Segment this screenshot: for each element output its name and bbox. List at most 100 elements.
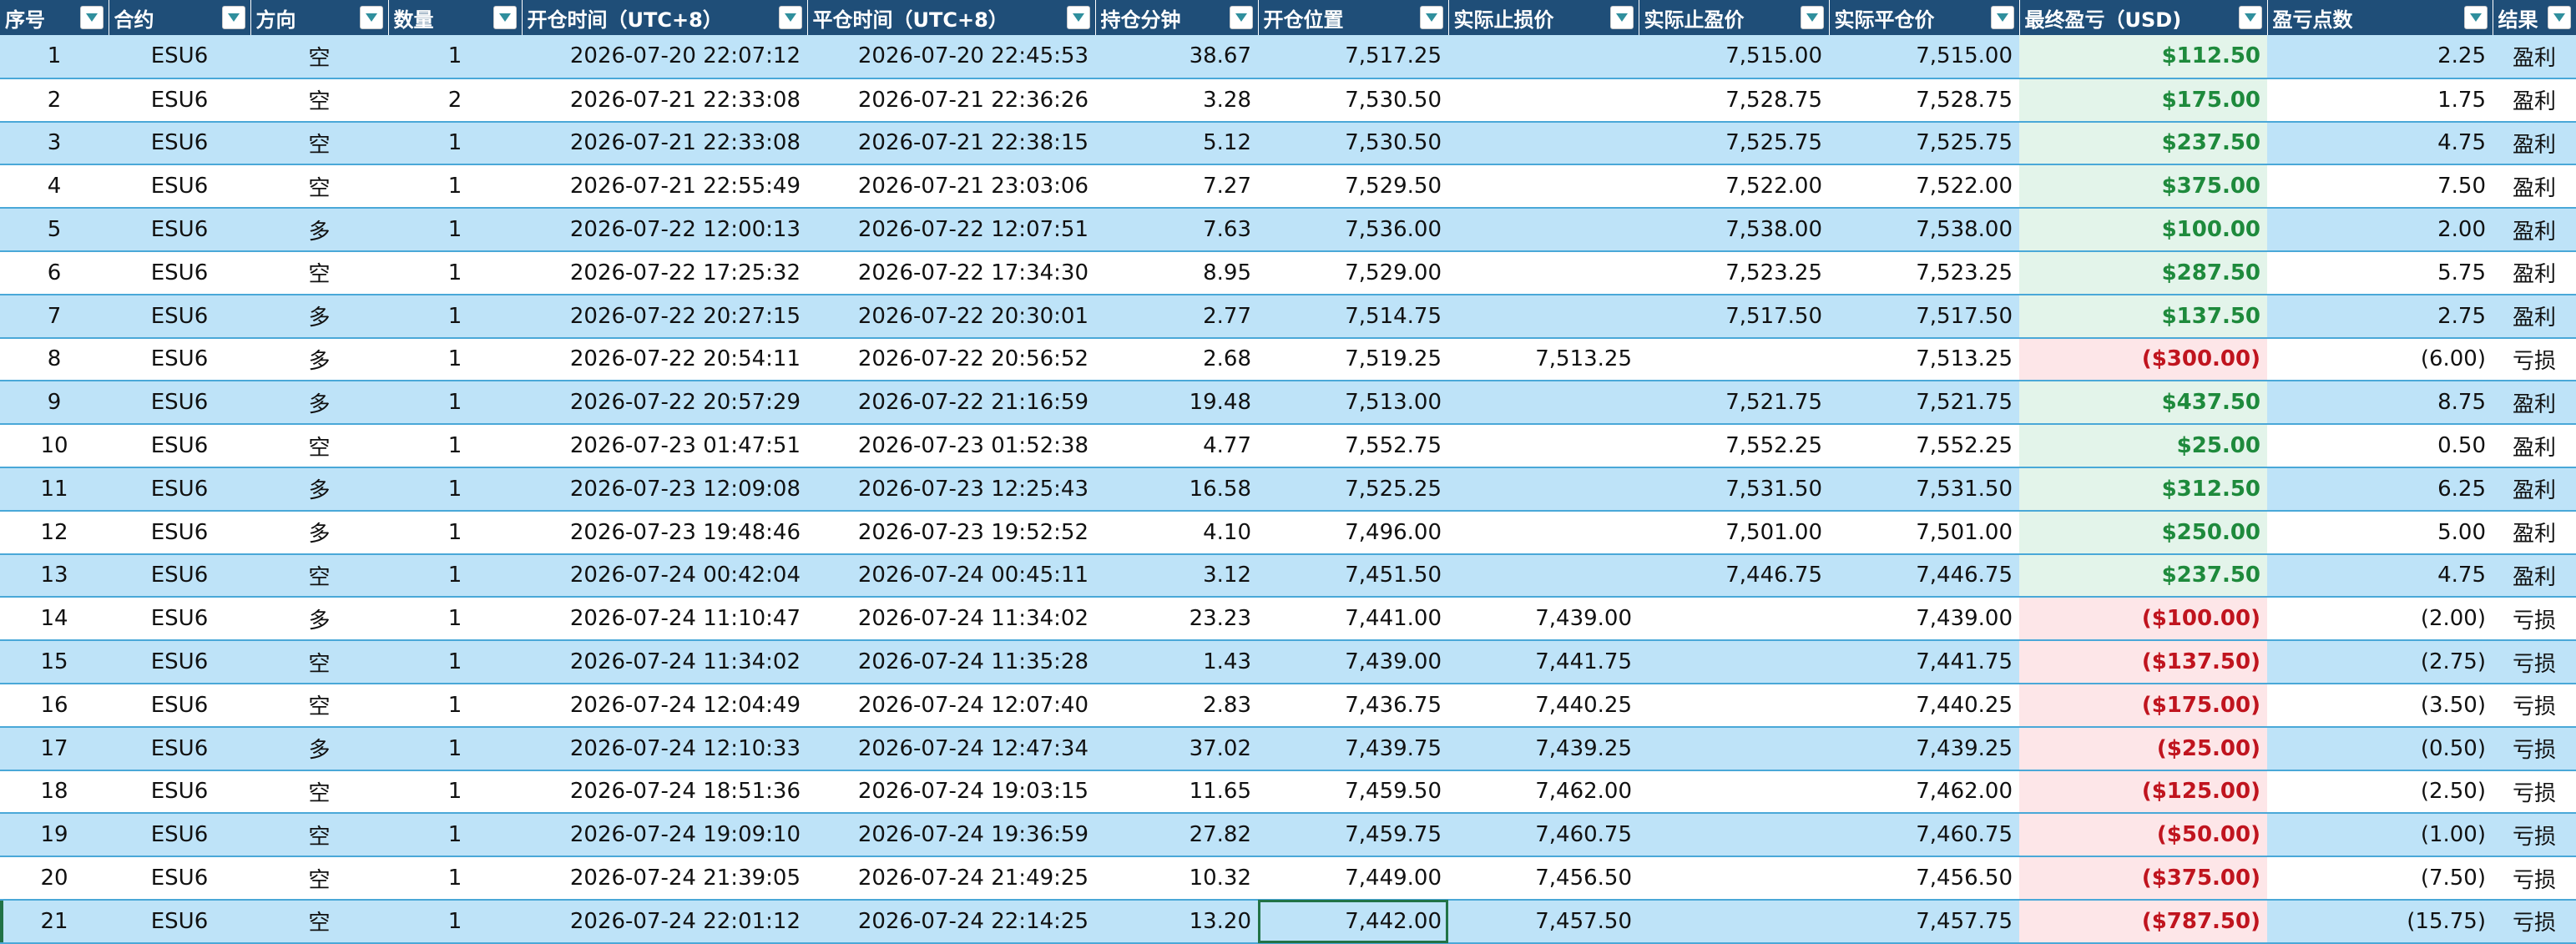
cell-pts[interactable]: (7.50) — [2267, 856, 2493, 901]
cell-close-price[interactable]: 7,440.25 — [1829, 683, 2019, 728]
cell-open-time[interactable]: 2026-07-24 12:04:49 — [522, 683, 807, 728]
cell-hold-min[interactable]: 2.77 — [1095, 294, 1258, 339]
cell-take-profit[interactable] — [1639, 726, 1829, 771]
cell-close-time[interactable]: 2026-07-23 01:52:38 — [807, 424, 1095, 468]
cell-pnl[interactable]: $287.50 — [2019, 250, 2267, 295]
cell-seq[interactable]: 1 — [0, 35, 109, 79]
cell-open-time[interactable]: 2026-07-24 00:42:04 — [522, 553, 807, 598]
cell-result[interactable]: 亏损 — [2493, 770, 2576, 815]
cell-contract[interactable]: ESU6 — [109, 467, 250, 512]
cell-result[interactable]: 亏损 — [2493, 813, 2576, 858]
filter-dropdown-button[interactable] — [1990, 6, 2014, 29]
cell-close-price[interactable]: 7,439.25 — [1829, 726, 2019, 771]
filter-dropdown-button[interactable] — [778, 6, 802, 29]
cell-pts[interactable]: (2.50) — [2267, 770, 2493, 815]
cell-open-time[interactable]: 2026-07-21 22:33:08 — [522, 121, 807, 166]
cell-open-price[interactable]: 7,517.25 — [1258, 35, 1448, 79]
cell-close-price[interactable]: 7,531.50 — [1829, 467, 2019, 512]
cell-direction[interactable]: 多 — [250, 337, 388, 382]
column-header-qty[interactable]: 数量 — [388, 0, 523, 35]
cell-close-time[interactable]: 2026-07-24 22:14:25 — [807, 899, 1095, 944]
cell-open-time[interactable]: 2026-07-22 20:27:15 — [522, 294, 807, 339]
cell-take-profit[interactable]: 7,446.75 — [1639, 553, 1829, 598]
cell-qty[interactable]: 1 — [388, 813, 522, 858]
cell-hold-min[interactable]: 4.77 — [1095, 424, 1258, 468]
cell-open-price[interactable]: 7,439.00 — [1258, 640, 1448, 684]
cell-result[interactable]: 亏损 — [2493, 337, 2576, 382]
cell-direction[interactable]: 空 — [250, 553, 388, 598]
cell-stop-loss[interactable] — [1448, 424, 1639, 468]
cell-pnl[interactable]: ($137.50) — [2019, 640, 2267, 684]
cell-qty[interactable]: 1 — [388, 467, 522, 512]
cell-pts[interactable]: 5.00 — [2267, 510, 2493, 555]
cell-seq[interactable]: 6 — [0, 250, 109, 295]
cell-seq[interactable]: 19 — [0, 813, 109, 858]
cell-result[interactable]: 盈利 — [2493, 250, 2576, 295]
cell-close-time[interactable]: 2026-07-21 22:38:15 — [807, 121, 1095, 166]
cell-open-price[interactable]: 7,449.00 — [1258, 856, 1448, 901]
cell-qty[interactable]: 1 — [388, 856, 522, 901]
cell-hold-min[interactable]: 11.65 — [1095, 770, 1258, 815]
cell-qty[interactable]: 1 — [388, 770, 522, 815]
cell-open-time[interactable]: 2026-07-24 21:39:05 — [522, 856, 807, 901]
cell-open-price[interactable]: 7,536.00 — [1258, 208, 1448, 252]
filter-dropdown-button[interactable] — [2547, 6, 2571, 29]
cell-result[interactable]: 盈利 — [2493, 121, 2576, 166]
filter-dropdown-button[interactable] — [492, 6, 517, 29]
cell-contract[interactable]: ESU6 — [109, 164, 250, 209]
cell-result[interactable]: 盈利 — [2493, 467, 2576, 512]
table-row[interactable]: 1 ESU6 空 1 2026-07-20 22:07:12 2026-07-20 22:… — [0, 35, 2576, 79]
cell-hold-min[interactable]: 10.32 — [1095, 856, 1258, 901]
cell-open-price[interactable]: 7,514.75 — [1258, 294, 1448, 339]
cell-take-profit[interactable]: 7,521.75 — [1639, 381, 1829, 426]
cell-stop-loss[interactable]: 7,441.75 — [1448, 640, 1639, 684]
cell-hold-min[interactable]: 3.28 — [1095, 78, 1258, 123]
cell-direction[interactable]: 多 — [250, 294, 388, 339]
cell-qty[interactable]: 1 — [388, 164, 522, 209]
filter-dropdown-button[interactable] — [1800, 6, 1824, 29]
cell-stop-loss[interactable] — [1448, 553, 1639, 598]
cell-stop-loss[interactable]: 7,456.50 — [1448, 856, 1639, 901]
cell-direction[interactable]: 空 — [250, 770, 388, 815]
cell-contract[interactable]: ESU6 — [109, 770, 250, 815]
cell-result[interactable]: 盈利 — [2493, 424, 2576, 468]
table-row[interactable]: 5 ESU6 多 1 2026-07-22 12:00:13 2026-07-22 12:… — [0, 208, 2576, 252]
cell-open-price[interactable]: 7,513.00 — [1258, 381, 1448, 426]
cell-close-price[interactable]: 7,457.75 — [1829, 899, 2019, 944]
cell-result[interactable]: 亏损 — [2493, 899, 2576, 944]
table-row[interactable]: 7 ESU6 多 1 2026-07-22 20:27:15 2026-07-22 20:… — [0, 294, 2576, 339]
cell-qty[interactable]: 1 — [388, 35, 522, 79]
cell-pnl[interactable]: $175.00 — [2019, 78, 2267, 123]
cell-qty[interactable]: 1 — [388, 250, 522, 295]
column-header-seq[interactable]: 序号 — [0, 0, 109, 35]
cell-direction[interactable]: 多 — [250, 381, 388, 426]
table-row[interactable]: 15 ESU6 空 1 2026-07-24 11:34:02 2026-07-24 11… — [0, 640, 2576, 684]
filter-dropdown-button[interactable] — [1066, 6, 1090, 29]
cell-qty[interactable]: 1 — [388, 553, 522, 598]
cell-stop-loss[interactable]: 7,460.75 — [1448, 813, 1639, 858]
table-row[interactable]: 19 ESU6 空 1 2026-07-24 19:09:10 2026-07-24 19… — [0, 813, 2576, 858]
cell-seq[interactable]: 12 — [0, 510, 109, 555]
cell-open-time[interactable]: 2026-07-22 12:00:13 — [522, 208, 807, 252]
cell-stop-loss[interactable] — [1448, 467, 1639, 512]
cell-stop-loss[interactable] — [1448, 78, 1639, 123]
cell-pnl[interactable]: ($787.50) — [2019, 899, 2267, 944]
cell-seq[interactable]: 5 — [0, 208, 109, 252]
cell-hold-min[interactable]: 8.95 — [1095, 250, 1258, 295]
cell-stop-loss[interactable]: 7,513.25 — [1448, 337, 1639, 382]
cell-hold-min[interactable]: 37.02 — [1095, 726, 1258, 771]
cell-direction[interactable]: 多 — [250, 597, 388, 642]
cell-contract[interactable]: ESU6 — [109, 337, 250, 382]
cell-direction[interactable]: 空 — [250, 856, 388, 901]
cell-direction[interactable]: 空 — [250, 164, 388, 209]
cell-seq[interactable]: 20 — [0, 856, 109, 901]
cell-stop-loss[interactable] — [1448, 381, 1639, 426]
cell-hold-min[interactable]: 27.82 — [1095, 813, 1258, 858]
cell-hold-min[interactable]: 16.58 — [1095, 467, 1258, 512]
cell-contract[interactable]: ESU6 — [109, 856, 250, 901]
cell-hold-min[interactable]: 23.23 — [1095, 597, 1258, 642]
cell-close-price[interactable]: 7,525.75 — [1829, 121, 2019, 166]
cell-result[interactable]: 盈利 — [2493, 164, 2576, 209]
cell-open-time[interactable]: 2026-07-22 20:54:11 — [522, 337, 807, 382]
cell-close-price[interactable]: 7,460.75 — [1829, 813, 2019, 858]
